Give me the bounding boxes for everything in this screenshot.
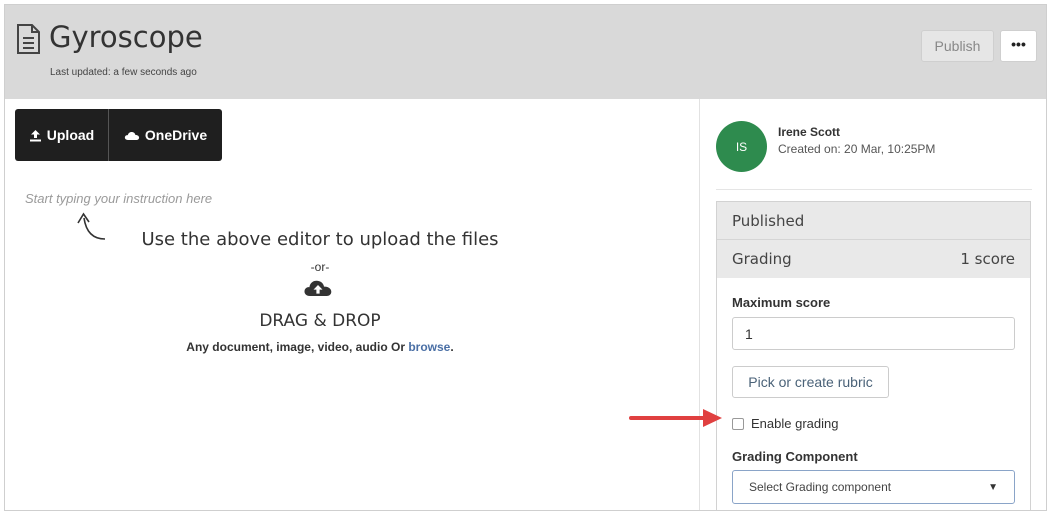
browse-link[interactable]: browse	[408, 340, 450, 354]
grading-component-label: Grading Component	[732, 449, 858, 464]
grading-score: 1 score	[960, 250, 1015, 268]
cloud-icon	[124, 131, 139, 140]
accepted-types-suffix: .	[450, 340, 454, 354]
drag-drop-zone-title[interactable]: DRAG & DROP	[5, 311, 635, 331]
settings-panel: Published Grading 1 score Maximum score …	[716, 201, 1031, 510]
publish-button[interactable]: Publish	[921, 30, 994, 62]
upload-button[interactable]: Upload	[15, 109, 109, 161]
avatar: IS	[716, 121, 767, 172]
upload-icon	[29, 129, 41, 141]
last-updated-text: Last updated: a few seconds ago	[50, 67, 197, 78]
annotation-arrow-icon	[629, 409, 722, 427]
created-date: Created on: 20 Mar, 10:25PM	[778, 142, 936, 156]
or-separator: -or-	[310, 260, 330, 274]
more-options-button[interactable]: •••	[1000, 30, 1037, 62]
upload-toolbar: Upload OneDrive	[15, 109, 222, 161]
onedrive-label: OneDrive	[144, 127, 208, 143]
upload-label: Upload	[46, 127, 95, 143]
accepted-types-text: Any document, image, video, audio Or	[186, 340, 405, 354]
grading-label: Grading	[732, 250, 792, 268]
max-score-input[interactable]	[732, 317, 1015, 350]
max-score-label: Maximum score	[732, 295, 831, 310]
grading-component-value: Select Grading component	[749, 480, 892, 494]
editor-area[interactable]: Upload OneDrive Start typing your instru…	[5, 99, 699, 510]
page-title: Gyroscope	[49, 20, 203, 54]
page-header: Gyroscope Last updated: a few seconds ag…	[5, 5, 1046, 99]
published-section[interactable]: Published	[717, 202, 1030, 240]
enable-grading-checkbox[interactable]	[732, 417, 744, 430]
chevron-down-icon: ▼	[988, 481, 998, 493]
grading-component-select[interactable]: Select Grading component ▼	[732, 470, 1015, 504]
cloud-upload-icon	[304, 280, 332, 296]
details-sidebar: IS Irene Scott Created on: 20 Mar, 10:25…	[699, 99, 1046, 510]
published-label: Published	[732, 211, 805, 230]
author-name: Irene Scott	[778, 125, 841, 139]
pick-rubric-button[interactable]: Pick or create rubric	[732, 366, 889, 398]
divider	[716, 189, 1032, 190]
enable-grading-row[interactable]: Enable grading	[732, 416, 838, 431]
grading-section[interactable]: Grading 1 score	[717, 240, 1030, 278]
app-frame: Gyroscope Last updated: a few seconds ag…	[4, 4, 1047, 511]
upload-instruction: Use the above editor to upload the files	[141, 229, 499, 250]
accepted-file-types: Any document, image, video, audio Or bro…	[5, 340, 635, 354]
onedrive-button[interactable]: OneDrive	[109, 109, 222, 161]
document-icon	[17, 24, 40, 54]
instruction-placeholder[interactable]: Start typing your instruction here	[25, 191, 212, 206]
enable-grading-label[interactable]: Enable grading	[751, 416, 838, 431]
